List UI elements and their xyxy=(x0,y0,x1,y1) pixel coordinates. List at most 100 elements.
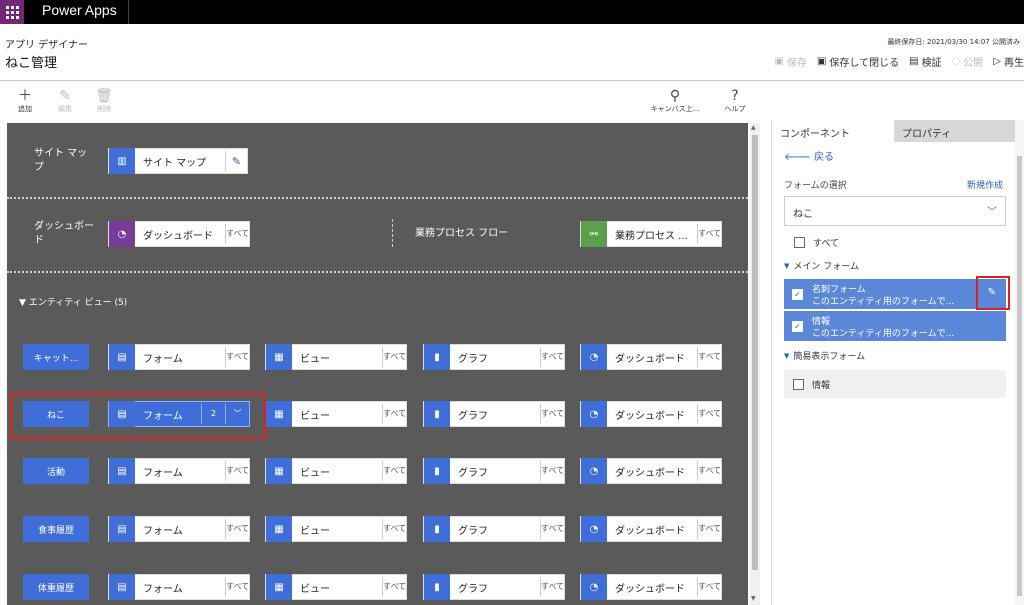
search-canvas-button[interactable]: ⚲ キャンバス上... xyxy=(645,88,705,114)
all-toggle[interactable]: すべて xyxy=(697,577,721,597)
panel-scrollbar[interactable] xyxy=(1015,120,1024,605)
chevron-down-icon: ﹀ xyxy=(987,207,997,218)
designer-subtitle: アプリ デザイナー xyxy=(5,40,88,51)
play-icon: ▷ xyxy=(993,56,1001,67)
scroll-down-icon[interactable]: ▼ xyxy=(751,595,756,602)
brand-name[interactable]: Power Apps xyxy=(42,2,117,18)
entity-button[interactable]: 体重履歴 xyxy=(23,574,89,600)
scroll-thumb[interactable] xyxy=(752,135,758,570)
view-tile[interactable]: ▦ ビュー すべて xyxy=(265,401,407,427)
all-toggle[interactable]: すべて xyxy=(382,404,406,424)
all-toggle[interactable]: すべて xyxy=(382,347,406,367)
chart-tile[interactable]: ▮ グラフ すべて xyxy=(423,401,565,427)
validate-icon: ▤ xyxy=(909,56,919,67)
all-toggle[interactable]: すべて xyxy=(540,347,564,367)
all-toggle[interactable]: すべて xyxy=(540,404,564,424)
validate-button[interactable]: ▤ 検証 xyxy=(909,54,941,69)
chart-tile[interactable]: ▮ グラフ すべて xyxy=(423,344,565,370)
form-checkbox[interactable]: ✓ xyxy=(792,289,803,300)
all-toggle[interactable]: すべて xyxy=(382,519,406,539)
form-tile[interactable]: ▤ フォーム すべて xyxy=(108,516,250,542)
view-icon: ▦ xyxy=(266,458,292,484)
dash-tile[interactable]: ◔ ダッシュボード すべて xyxy=(580,401,722,427)
edit-button[interactable]: ✎ 編集 xyxy=(50,88,80,114)
play-button[interactable]: ▷ 再生 xyxy=(993,54,1024,69)
view-icon: ▦ xyxy=(266,401,292,427)
main-forms-section[interactable]: ▼ メイン フォーム xyxy=(784,259,859,273)
form-tile[interactable]: ▤ フォーム すべて xyxy=(108,458,250,484)
dashboard-icon: ◔ xyxy=(109,221,135,247)
tab-properties[interactable]: プロパティ xyxy=(894,120,1016,142)
entity-button[interactable]: 食事履歴 xyxy=(23,516,89,542)
pencil-icon[interactable]: ✎ xyxy=(225,151,247,171)
form-tile[interactable]: ▤ フォーム すべて xyxy=(108,574,250,600)
app-launcher-icon[interactable] xyxy=(0,0,24,24)
view-tile[interactable]: ▦ ビュー すべて xyxy=(265,516,407,542)
all-toggle[interactable]: すべて xyxy=(697,404,721,424)
help-button[interactable]: ? ヘルプ xyxy=(720,88,750,114)
all-toggle[interactable]: すべて xyxy=(225,461,249,481)
all-toggle[interactable]: すべて xyxy=(382,461,406,481)
chart-tile[interactable]: ▮ グラフ すべて xyxy=(423,516,565,542)
delete-button[interactable]: 🗑 削除 xyxy=(89,88,119,114)
chart-icon: ▮ xyxy=(424,574,450,600)
dash-tile[interactable]: ◔ ダッシュボード すべて xyxy=(580,344,722,370)
section-divider xyxy=(7,197,748,199)
view-tile[interactable]: ▦ ビュー すべて xyxy=(265,344,407,370)
entity-button[interactable]: 活動 xyxy=(23,458,89,484)
all-toggle[interactable]: すべて xyxy=(225,519,249,539)
chart-icon: ▮ xyxy=(424,458,450,484)
form-item-info[interactable]: ✓ 情報 このエンティティ用のフォームで... xyxy=(784,311,1006,341)
entity-dropdown[interactable]: ねこ ﹀ xyxy=(784,196,1006,226)
bpf-tile[interactable]: ⚯ 業務プロセス ... すべて xyxy=(580,221,722,247)
all-toggle[interactable]: すべて xyxy=(540,519,564,539)
all-toggle[interactable]: すべて xyxy=(540,577,564,597)
view-tile[interactable]: ▦ ビュー すべて xyxy=(265,458,407,484)
dash-tile[interactable]: ◔ ダッシュボード すべて xyxy=(580,516,722,542)
last-saved: 最終保存日: 2021/03/30 14:07 公開済み xyxy=(887,38,1020,46)
tab-components[interactable]: コンポーネント xyxy=(772,120,894,142)
quick-forms-section[interactable]: ▼ 簡易表示フォーム xyxy=(784,349,865,363)
chart-tile[interactable]: ▮ グラフ すべて xyxy=(423,458,565,484)
add-button[interactable]: ＋追加 xyxy=(10,88,40,114)
back-link[interactable]: 🡐 戻る xyxy=(784,148,834,163)
quick-form-item[interactable]: 情報 xyxy=(784,370,1006,398)
form-tile[interactable]: ▤ フォーム すべて xyxy=(108,344,250,370)
sitemap-tile[interactable]: ▥ サイト マップ ✎ xyxy=(108,148,248,174)
form-checkbox[interactable]: ✓ xyxy=(792,321,803,332)
entity-view-header[interactable]: ▼ エンティティ ビュー (5) xyxy=(19,296,127,310)
chart-tile[interactable]: ▮ グラフ すべて xyxy=(423,574,565,600)
highlight-box xyxy=(976,276,1010,310)
flow-icon: ⚯ xyxy=(581,221,607,247)
collapse-triangle-icon: ▼ xyxy=(784,261,790,270)
form-item-meishi[interactable]: ✓ 名刺フォーム このエンティティ用のフォームで... ✎ xyxy=(784,279,1006,309)
select-all-row[interactable]: すべて xyxy=(794,236,839,249)
select-all-checkbox[interactable] xyxy=(794,237,805,248)
dash-tile[interactable]: ◔ ダッシュボード すべて xyxy=(580,574,722,600)
all-toggle[interactable]: すべて xyxy=(540,461,564,481)
all-toggle[interactable]: すべて xyxy=(697,347,721,367)
publish-button[interactable]: ◌ 公開 xyxy=(952,54,984,69)
all-toggle[interactable]: すべて xyxy=(382,577,406,597)
dash-tile[interactable]: ◔ ダッシュボード すべて xyxy=(580,458,722,484)
all-toggle[interactable]: すべて xyxy=(225,577,249,597)
new-form-link[interactable]: 新規作成 xyxy=(967,178,1003,191)
form-icon: ▤ xyxy=(109,458,135,484)
all-toggle[interactable]: すべて xyxy=(697,519,721,539)
dashboard-tile[interactable]: ◔ ダッシュボード すべて xyxy=(108,221,250,247)
save-close-button[interactable]: ▣ 保存して閉じる xyxy=(817,54,899,69)
scroll-thumb[interactable] xyxy=(1017,156,1022,596)
chart-icon: ▮ xyxy=(424,401,450,427)
entity-button[interactable]: キャット... xyxy=(23,344,89,370)
all-toggle[interactable]: すべて xyxy=(225,347,249,367)
dashboard-icon: ◔ xyxy=(581,401,607,427)
all-toggle[interactable]: すべて xyxy=(697,461,721,481)
canvas-scrollbar[interactable]: ▲ ▼ xyxy=(750,123,760,605)
pencil-icon: ✎ xyxy=(59,88,71,104)
quick-form-checkbox[interactable] xyxy=(793,378,804,390)
form-icon: ▤ xyxy=(109,574,135,600)
save-button[interactable]: ▣ 保存 xyxy=(775,54,807,69)
scroll-up-icon[interactable]: ▲ xyxy=(751,124,756,131)
view-tile[interactable]: ▦ ビュー すべて xyxy=(265,574,407,600)
map-icon: ▥ xyxy=(109,148,135,174)
